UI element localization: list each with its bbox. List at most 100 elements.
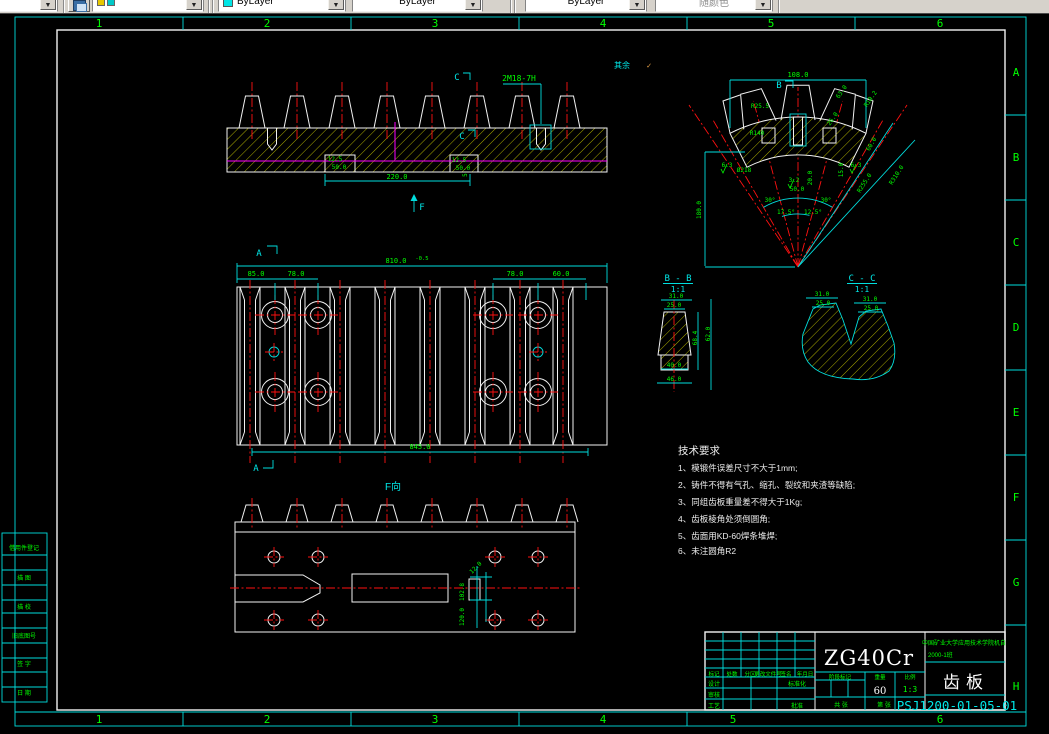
dim-label: R25.5 bbox=[751, 103, 769, 110]
chevron-down-icon[interactable]: ▼ bbox=[186, 0, 202, 10]
view-label: F向 bbox=[385, 480, 401, 493]
toolbar-separator bbox=[63, 0, 65, 13]
zone-label: 6 bbox=[937, 713, 944, 726]
zone-label: 5 bbox=[768, 17, 775, 30]
view-fan-section: 108.0 B 63.0 R10.2 26.0 R25.5 R140 60.0 … bbox=[689, 71, 915, 267]
strip-row-label: 签 字 bbox=[17, 660, 31, 668]
toolbar-combo-partial[interactable]: ▼ bbox=[0, 0, 58, 12]
chevron-down-icon[interactable]: ▼ bbox=[465, 0, 481, 10]
chevron-down-icon[interactable]: ▼ bbox=[328, 0, 344, 10]
dim-label: 845.0 bbox=[409, 443, 430, 451]
view-plan: 810.0 -0.5 85.0 78.0 78.0 60.0 845.0 A A bbox=[237, 246, 607, 474]
layers-icon-overlay bbox=[76, 3, 87, 12]
chevron-down-icon[interactable]: ▼ bbox=[40, 0, 56, 10]
tb-material: ZG40Cr bbox=[824, 646, 914, 670]
tech-req-item: 4、齿板棱角处须倒圆角; bbox=[678, 514, 770, 524]
tech-req-title: 技术要求 bbox=[678, 444, 720, 457]
toolbar-separator bbox=[514, 0, 516, 13]
dim-label: 20.0 bbox=[807, 170, 814, 185]
layer-combo[interactable]: ▼ bbox=[92, 0, 204, 12]
tb-label-standardize: 标准化 bbox=[788, 680, 806, 688]
roughness-check-icon: ✓ bbox=[453, 156, 457, 163]
tb-label-review: 审核 bbox=[708, 691, 720, 699]
cut-label: A bbox=[256, 249, 262, 259]
dim-label: 25.0 bbox=[864, 305, 879, 312]
section-bb: B - B 1:1 31.0 25.0 68.4 62.0 40.0 46.0 bbox=[657, 274, 712, 392]
tb-label-design: 设计 bbox=[708, 680, 720, 688]
dim-tolerance-label: -0.5 bbox=[415, 256, 428, 262]
tech-req-item: 3、同组齿板重量差不得大于1Kg; bbox=[678, 497, 802, 507]
dim-label: R10.2 bbox=[863, 89, 879, 108]
dim-label: 31.0 bbox=[863, 296, 878, 303]
tb-label-sheet-no: 第 张 bbox=[877, 701, 891, 709]
angle-label: 12.5° bbox=[804, 209, 822, 216]
lineweight-control-combo[interactable]: ByLayer ▼ bbox=[525, 0, 647, 12]
zone-label: F bbox=[1013, 491, 1020, 504]
section-cc: C - C 1:1 31.0 25.0 31.0 25.0 bbox=[802, 274, 895, 380]
strip-row-label: 描 校 bbox=[17, 603, 31, 611]
zone-label: G bbox=[1013, 576, 1020, 589]
tb-part-name: 齿板 bbox=[943, 673, 989, 693]
surface-note-label: 其余 bbox=[614, 60, 630, 70]
zone-label: B bbox=[1013, 151, 1020, 164]
layer-color-icon bbox=[107, 0, 115, 6]
layer-state-icon bbox=[97, 0, 105, 6]
dim-label: 46.0 bbox=[667, 376, 682, 383]
zone-label: 6 bbox=[937, 17, 944, 30]
strip-row-label: 描 图 bbox=[17, 574, 31, 582]
cut-label: C bbox=[459, 132, 464, 142]
lineweight-value: ByLayer bbox=[568, 0, 605, 7]
tb-label-weight: 重量 bbox=[874, 673, 886, 681]
dim-label: 120.0 bbox=[459, 608, 466, 626]
linetype-control-combo[interactable]: ByLayer ▼ bbox=[352, 0, 483, 12]
dim-label: 5 bbox=[462, 173, 469, 177]
dim-label: 78.0 bbox=[288, 270, 305, 278]
dim-label: 102.8 bbox=[459, 583, 466, 601]
top-toolbar: ▼ ▼ ByLayer ▼ ByLayer ▼ ByLayer ▼ 随颜色 ▼ bbox=[0, 0, 1049, 14]
view-front-section: 2M18-7H C C 220.0 12.5 50.0 12.5 50.0 5 … bbox=[227, 73, 607, 213]
tb-label-mark: 标记 bbox=[708, 670, 720, 678]
tb-label-date: 年月日 bbox=[797, 670, 814, 678]
layer-manager-button[interactable] bbox=[68, 0, 90, 12]
zone-label: 2 bbox=[264, 713, 271, 726]
tech-req-item: 5、齿面用KD-60焊条堆焊; bbox=[678, 531, 777, 541]
view-arrow-label: F bbox=[419, 203, 424, 213]
chevron-down-icon[interactable]: ▼ bbox=[629, 0, 645, 10]
plotstyle-control-combo[interactable]: 随颜色 ▼ bbox=[655, 0, 773, 12]
roughness-label: 6.3 bbox=[722, 162, 733, 169]
strip-row-label: 日 期 bbox=[17, 689, 31, 697]
roughness-label: 6.3 bbox=[851, 162, 862, 169]
dim-label: R140 bbox=[750, 130, 765, 137]
tech-req-item: 1、模锻件误差尺寸不大于1mm; bbox=[678, 463, 797, 473]
dim-label: 810.0 bbox=[385, 257, 406, 265]
zone-label: 5 bbox=[730, 713, 737, 726]
roughness-check-icon: ✓ bbox=[329, 155, 333, 162]
zone-label: 3 bbox=[432, 17, 439, 30]
section-label: B - B bbox=[664, 274, 691, 284]
zone-label: C bbox=[1013, 236, 1020, 249]
chevron-down-icon[interactable]: ▼ bbox=[755, 0, 771, 10]
dim-label: 31.0 bbox=[815, 291, 830, 298]
plotstyle-value: 随颜色 bbox=[699, 0, 729, 9]
dim-label: 40.0 bbox=[667, 362, 682, 369]
dim-label: 180.0 bbox=[696, 201, 703, 219]
tb-label-process: 工艺 bbox=[708, 702, 720, 710]
tech-req-item: 6、未注圆角R2 bbox=[678, 546, 736, 556]
zone-label: 1 bbox=[96, 713, 103, 726]
dim-label: Ø218 bbox=[737, 167, 752, 174]
surface-roughness-note: 其余 ✓ bbox=[614, 60, 652, 70]
color-value: ByLayer bbox=[237, 0, 274, 7]
angle-label: 30° bbox=[821, 197, 832, 204]
drawing-canvas[interactable]: 1 2 3 4 5 6 1 2 3 4 5 6 A B C D E F G H … bbox=[0, 0, 1049, 734]
tb-label-count: 处数 bbox=[726, 670, 738, 678]
toolbar-separator bbox=[208, 0, 210, 13]
color-control-combo[interactable]: ByLayer ▼ bbox=[218, 0, 346, 12]
toolbar-separator bbox=[510, 0, 512, 13]
thread-dim-label: 2M18-7H bbox=[502, 74, 536, 83]
tb-label-stagemark: 阶段标记 bbox=[829, 673, 852, 681]
toolbar-separator bbox=[778, 0, 780, 13]
dim-label: 25.0 bbox=[816, 300, 831, 307]
toolbar-separator bbox=[212, 0, 214, 13]
tb-label-changedoc: 更改文件号 bbox=[754, 670, 782, 678]
tb-company-line2: 2000-1班 bbox=[928, 651, 953, 659]
